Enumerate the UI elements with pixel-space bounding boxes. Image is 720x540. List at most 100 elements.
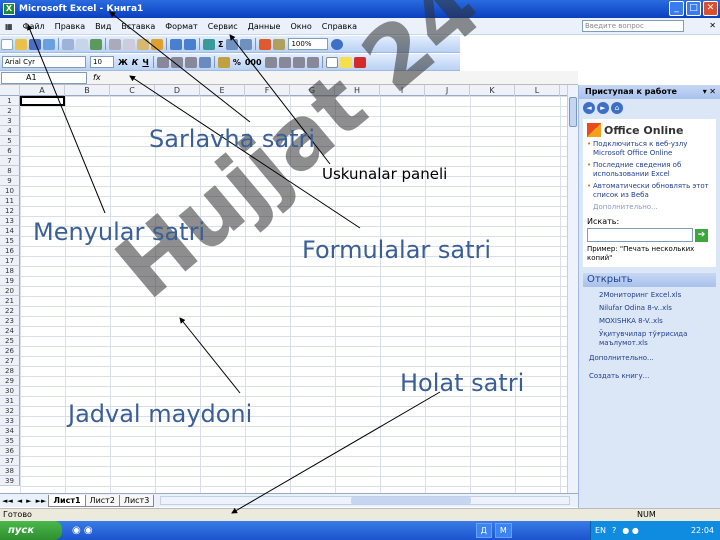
row-header-35[interactable]: 35 (0, 436, 20, 446)
recent-file[interactable]: Nilufar Odina 8-v..xls (599, 304, 720, 313)
row-header-2[interactable]: 2 (0, 106, 20, 116)
forward-icon[interactable]: ► (597, 102, 609, 114)
excel-app-icon[interactable]: X (3, 3, 15, 15)
menu-file[interactable]: Файл (18, 22, 50, 31)
help-question-input[interactable]: Введите вопрос (582, 20, 684, 32)
row-header-26[interactable]: 26 (0, 346, 20, 356)
first-sheet-button[interactable]: ◄◄ (2, 497, 13, 505)
link-auto-update[interactable]: Автоматически обновлять этот список из В… (587, 182, 712, 200)
active-cell[interactable] (20, 96, 65, 106)
taskbar-item-m[interactable]: M (494, 523, 512, 538)
column-header-a[interactable]: A (20, 85, 65, 96)
row-header-29[interactable]: 29 (0, 376, 20, 386)
row-header-10[interactable]: 10 (0, 186, 20, 196)
last-sheet-button[interactable]: ►► (36, 497, 47, 505)
task-pane-controls[interactable]: ▾ ✕ (703, 85, 716, 99)
percent-button[interactable]: % (233, 58, 241, 67)
row-header-8[interactable]: 8 (0, 166, 20, 176)
select-all-corner[interactable] (0, 85, 20, 96)
menu-edit[interactable]: Правка (50, 22, 90, 31)
link-latest-news[interactable]: Последние сведения об использовании Exce… (587, 161, 712, 179)
row-header-5[interactable]: 5 (0, 136, 20, 146)
row-header-27[interactable]: 27 (0, 356, 20, 366)
row-header-23[interactable]: 23 (0, 316, 20, 326)
row-header-17[interactable]: 17 (0, 256, 20, 266)
minimize-button[interactable]: _ (669, 1, 684, 16)
column-header-e[interactable]: E (200, 85, 245, 96)
italic-button[interactable]: К (132, 58, 139, 67)
horizontal-scrollbar[interactable] (160, 496, 570, 505)
column-header-k[interactable]: K (470, 85, 515, 96)
row-header-31[interactable]: 31 (0, 396, 20, 406)
hyperlink-icon[interactable] (203, 38, 215, 50)
redo-icon[interactable] (184, 38, 196, 50)
vertical-scrollbar[interactable] (567, 85, 578, 493)
spelling-icon[interactable] (90, 38, 102, 50)
sort-ascending-icon[interactable] (226, 38, 239, 50)
row-header-15[interactable]: 15 (0, 236, 20, 246)
row-header-22[interactable]: 22 (0, 306, 20, 316)
row-header-9[interactable]: 9 (0, 176, 20, 186)
row-header-4[interactable]: 4 (0, 126, 20, 136)
menu-tools[interactable]: Сервис (203, 22, 243, 31)
cut-icon[interactable] (109, 38, 121, 50)
drawing-icon[interactable] (273, 38, 286, 50)
row-header-24[interactable]: 24 (0, 326, 20, 336)
row-header-11[interactable]: 11 (0, 196, 20, 206)
sheet-tab-2[interactable]: Лист2 (84, 494, 120, 507)
font-size-select[interactable]: 10 (90, 56, 114, 68)
workbook-close-icon[interactable]: ✕ (709, 21, 716, 30)
save-icon[interactable] (29, 38, 41, 50)
column-header-l[interactable]: L (515, 85, 560, 96)
prev-sheet-button[interactable]: ◄ (17, 497, 22, 505)
open-icon[interactable] (15, 38, 27, 50)
search-go-button[interactable]: ➔ (695, 228, 708, 242)
quick-launch-icon[interactable]: ◉ ◉ (72, 525, 93, 536)
language-indicator[interactable]: EN (595, 526, 606, 535)
align-right-icon[interactable] (184, 56, 197, 68)
row-header-30[interactable]: 30 (0, 386, 20, 396)
currency-icon[interactable] (217, 56, 230, 68)
row-header-39[interactable]: 39 (0, 476, 20, 486)
menu-format[interactable]: Формат (160, 22, 202, 31)
row-header-33[interactable]: 33 (0, 416, 20, 426)
maximize-button[interactable]: □ (686, 1, 701, 16)
underline-button[interactable]: Ч (142, 58, 148, 67)
more-link[interactable]: Дополнительно... (593, 203, 712, 211)
column-header-c[interactable]: C (110, 85, 155, 96)
row-header-1[interactable]: 1 (0, 96, 20, 106)
increase-decimal-icon[interactable] (264, 56, 277, 68)
decrease-decimal-icon[interactable] (278, 56, 291, 68)
row-header-19[interactable]: 19 (0, 276, 20, 286)
format-painter-icon[interactable] (151, 38, 163, 50)
start-button[interactable]: пуск (0, 521, 62, 540)
new-icon[interactable] (1, 38, 13, 50)
next-sheet-button[interactable]: ► (26, 497, 31, 505)
merge-center-icon[interactable] (198, 56, 211, 68)
link-connect-office-online[interactable]: Подключиться к веб-узлу Microsoft Office… (587, 140, 712, 158)
bold-button[interactable]: Ж (118, 58, 128, 67)
home-icon[interactable]: ⌂ (611, 102, 623, 114)
row-header-37[interactable]: 37 (0, 456, 20, 466)
tray-help-icon[interactable]: ? (612, 526, 616, 535)
zoom-select[interactable]: 100% (288, 38, 329, 50)
print-preview-icon[interactable] (76, 38, 88, 50)
back-icon[interactable]: ◄ (583, 102, 595, 114)
open-more-link[interactable]: Дополнительно... (589, 354, 720, 362)
row-header-21[interactable]: 21 (0, 296, 20, 306)
recent-file[interactable]: MOXISHKA 8-V..xls (599, 317, 720, 326)
menu-window[interactable]: Окно (285, 22, 316, 31)
row-header-36[interactable]: 36 (0, 446, 20, 456)
sort-descending-icon[interactable] (240, 38, 253, 50)
font-name-select[interactable]: Arial Cyr (2, 56, 86, 68)
thousands-button[interactable]: 000 (245, 58, 262, 67)
tray-icons[interactable]: ● ● (622, 526, 639, 535)
sheet-tab-3[interactable]: Лист3 (118, 494, 155, 507)
sheet-tab-1[interactable]: Лист1 (48, 494, 86, 507)
name-box[interactable]: A1 (1, 71, 87, 84)
row-header-14[interactable]: 14 (0, 226, 20, 236)
decrease-indent-icon[interactable] (292, 56, 305, 68)
paste-icon[interactable] (137, 38, 149, 50)
chart-wizard-icon[interactable] (259, 38, 272, 50)
fx-icon[interactable]: fx (93, 73, 101, 82)
